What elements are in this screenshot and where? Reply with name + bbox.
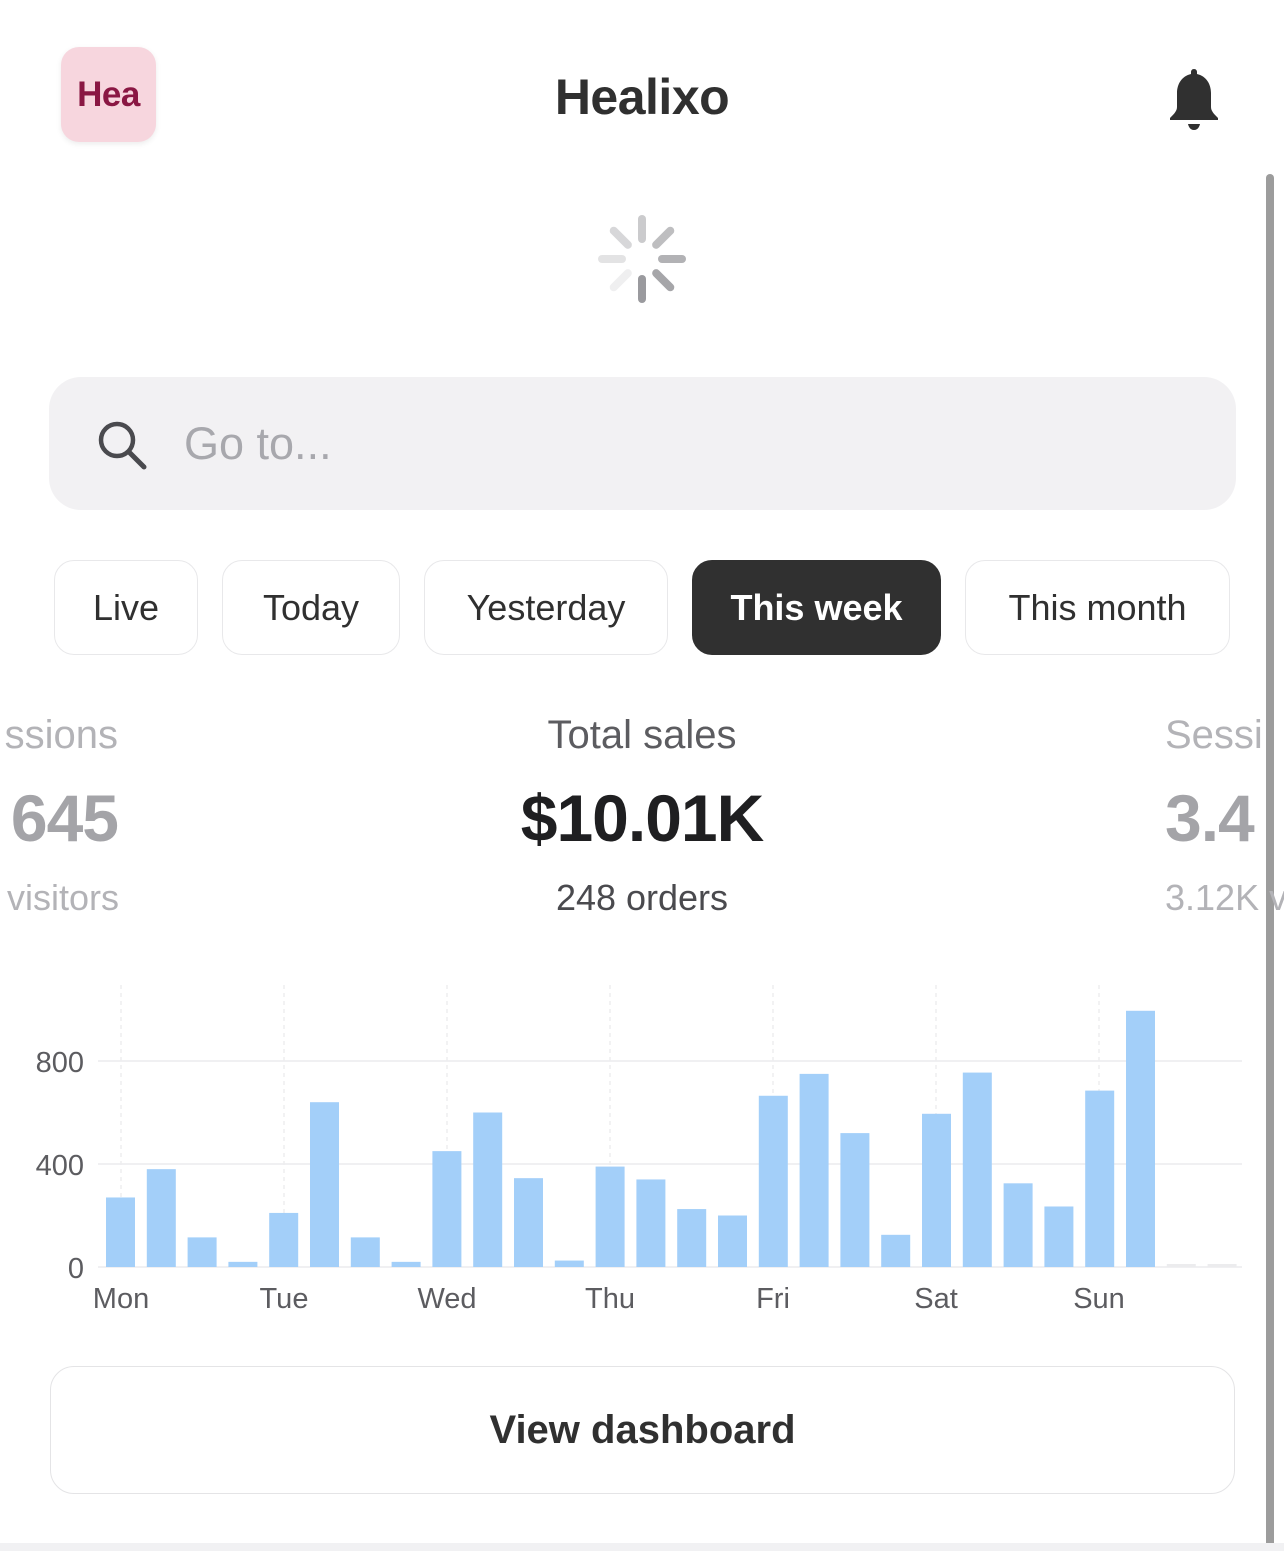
- metric-sessions-sub: visitors: [6, 877, 119, 918]
- spinner-segment: [652, 226, 675, 249]
- bottom-divider: [0, 1543, 1284, 1551]
- metric-sessions-right-label: Sessi: [1165, 713, 1263, 757]
- chart-bar: [146, 1169, 176, 1267]
- scrollbar[interactable]: [1266, 174, 1274, 1551]
- chart-bar: [758, 1095, 788, 1267]
- spinner-segment: [609, 269, 632, 292]
- chart-bar: [922, 1113, 951, 1267]
- filter-this-week[interactable]: This week: [692, 560, 941, 655]
- filter-yesterday[interactable]: Yesterday: [424, 560, 668, 655]
- chart-bar: [1003, 1183, 1033, 1267]
- chart-bar: [391, 1261, 421, 1267]
- chart-bar: [269, 1212, 299, 1267]
- x-tick-label: Sun: [1073, 1283, 1125, 1315]
- chart-bar: [514, 1178, 543, 1267]
- x-tick-label: Thu: [585, 1283, 635, 1315]
- loading-spinner-icon: [598, 215, 686, 303]
- chart-bar: [1085, 1090, 1115, 1267]
- app-title: Healixo: [554, 69, 730, 125]
- metric-sessions-right-value: 3.4: [1165, 781, 1255, 855]
- chart-bar-empty: [1207, 1264, 1237, 1267]
- chart-bar: [799, 1073, 829, 1267]
- filter-this-month[interactable]: This month: [965, 560, 1230, 655]
- chart-bar: [187, 1237, 217, 1267]
- x-tick-label: Fri: [756, 1283, 790, 1315]
- dashboard-screen: Hea Healixo Go to... Live Today Yesterda…: [0, 0, 1284, 1551]
- x-tick-label: Tue: [260, 1283, 309, 1315]
- search-input[interactable]: Go to...: [184, 414, 332, 474]
- chart-bar: [432, 1151, 462, 1267]
- x-tick-label: Mon: [93, 1283, 149, 1315]
- chart-bar: [106, 1197, 135, 1267]
- metric-orders-count: 248 orders: [555, 877, 729, 918]
- y-tick-label: 800: [36, 1047, 84, 1079]
- chart-bar: [228, 1261, 258, 1267]
- y-tick-label: 0: [68, 1253, 84, 1285]
- x-tick-label: Sat: [914, 1283, 958, 1315]
- filter-live[interactable]: Live: [54, 560, 198, 655]
- chart-bar: [350, 1237, 380, 1267]
- filter-today[interactable]: Today: [222, 560, 400, 655]
- spinner-segment: [652, 269, 675, 292]
- metric-total-sales-value: $10.01K: [520, 781, 765, 855]
- metric-visitors-right-sub: 3.12K v: [1165, 877, 1284, 918]
- chart-bar: [310, 1102, 339, 1267]
- chart-bar: [881, 1234, 911, 1267]
- chart-bar: [677, 1209, 707, 1267]
- chart-bar: [718, 1215, 747, 1267]
- chart-bar-empty: [1166, 1264, 1196, 1267]
- chart-bar: [1126, 1010, 1155, 1267]
- chart-bar: [595, 1166, 625, 1267]
- metric-total-sales-label: Total sales: [547, 713, 737, 757]
- sales-bar-chart: 0 400 800 Mon Tue Wed Thu Fri Sat Sun: [36, 985, 1242, 1315]
- chart-bar: [636, 1179, 666, 1267]
- chart-bar: [554, 1260, 584, 1267]
- view-dashboard-button[interactable]: View dashboard: [50, 1366, 1235, 1494]
- chart-bar: [962, 1072, 992, 1267]
- spinner-segment: [609, 226, 632, 249]
- y-tick-label: 400: [36, 1150, 84, 1182]
- chart-bar: [840, 1133, 870, 1267]
- bell-icon[interactable]: [1166, 66, 1222, 132]
- x-tick-label: Wed: [417, 1283, 476, 1315]
- chart-bar: [473, 1112, 503, 1267]
- chart-bar: [1044, 1206, 1074, 1267]
- metric-sessions-value: 645: [10, 781, 119, 855]
- metric-sessions-label: ssions: [4, 713, 118, 757]
- search-icon: [98, 421, 147, 470]
